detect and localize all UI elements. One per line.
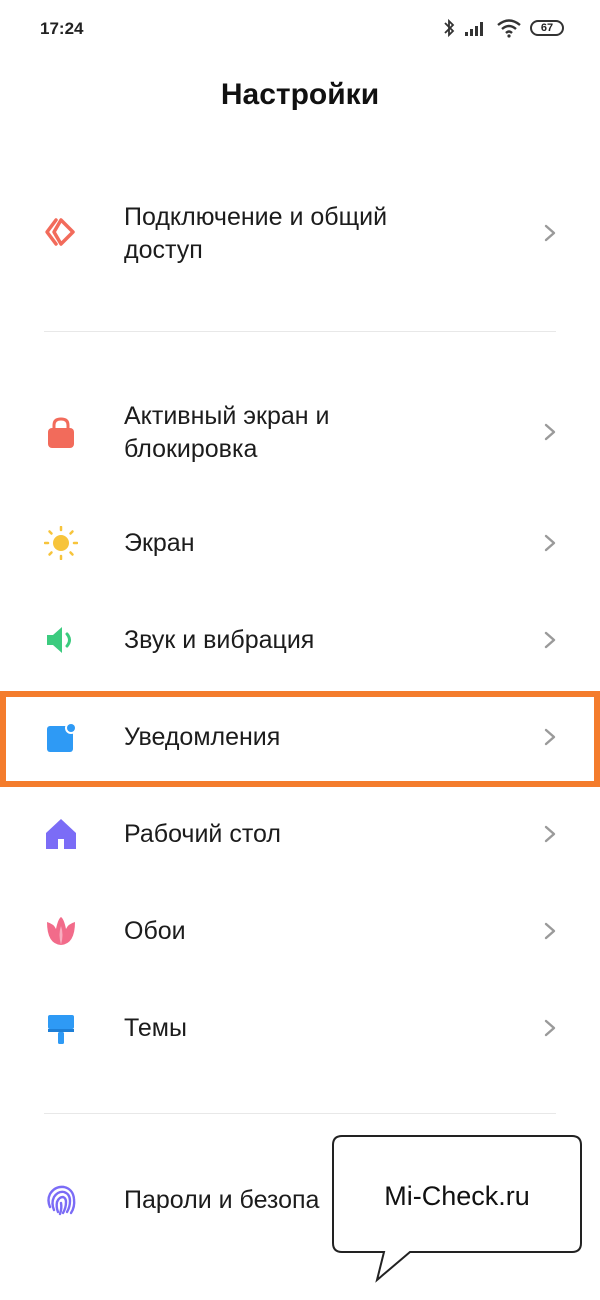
chevron-right-icon (544, 728, 556, 746)
status-icons: 67 (442, 16, 564, 40)
settings-item-label: Уведомления (124, 723, 281, 751)
page-title: Настройки (220, 78, 380, 111)
speaker-icon (47, 627, 71, 653)
settings-item-label: Звук и вибрация (124, 626, 315, 654)
settings-item-connection[interactable]: Подключение и общий доступ (0, 190, 600, 280)
status-bar: 17:24 67 (0, 0, 600, 56)
divider (44, 1113, 556, 1114)
battery-level: 67 (540, 22, 554, 34)
status-time: 17:24 (40, 19, 84, 38)
chevron-right-icon (544, 922, 556, 940)
notification-icon (47, 722, 77, 752)
settings-item-label: Подключение и общий доступ (124, 203, 388, 264)
chevron-right-icon (544, 825, 556, 843)
bluetooth-icon (444, 18, 455, 38)
lock-icon (48, 417, 74, 448)
settings-item-label: Обои (124, 917, 186, 945)
watermark-text: Mi-Check.ru (384, 1181, 530, 1211)
tulip-icon (47, 917, 75, 945)
settings-item-wallpaper[interactable]: Обои (0, 887, 600, 977)
settings-item-label: Рабочий стол (124, 820, 281, 848)
battery-icon: 67 (530, 20, 564, 36)
settings-item-label: Экран (124, 529, 195, 557)
connection-share-icon (45, 218, 75, 246)
chevron-right-icon (544, 534, 556, 552)
settings-item-label: Темы (124, 1014, 187, 1042)
chevron-right-icon (544, 1019, 556, 1037)
settings-item-display[interactable]: Экран (0, 500, 600, 590)
settings-item-sound[interactable]: Звук и вибрация (0, 596, 600, 686)
fingerprint-icon (47, 1185, 76, 1216)
settings-item-label: Пароли и безопа (124, 1186, 320, 1214)
divider (44, 331, 556, 332)
signal-icon (465, 22, 483, 36)
settings-item-home-screen[interactable]: Рабочий стол (0, 790, 600, 880)
wifi-icon (497, 19, 521, 38)
sun-icon (44, 526, 78, 560)
chevron-right-icon (544, 224, 556, 242)
paint-roller-icon (48, 1015, 74, 1044)
chevron-right-icon (544, 631, 556, 649)
settings-item-notifications[interactable]: Уведомления (0, 693, 600, 783)
home-icon (46, 819, 76, 849)
chevron-right-icon (544, 423, 556, 441)
watermark-callout: Mi-Check.ru (332, 1135, 582, 1283)
settings-item-themes[interactable]: Темы (0, 984, 600, 1074)
settings-item-lock-screen[interactable]: Активный экран и блокировка (0, 388, 600, 478)
settings-item-label: Активный экран и блокировка (124, 402, 330, 463)
